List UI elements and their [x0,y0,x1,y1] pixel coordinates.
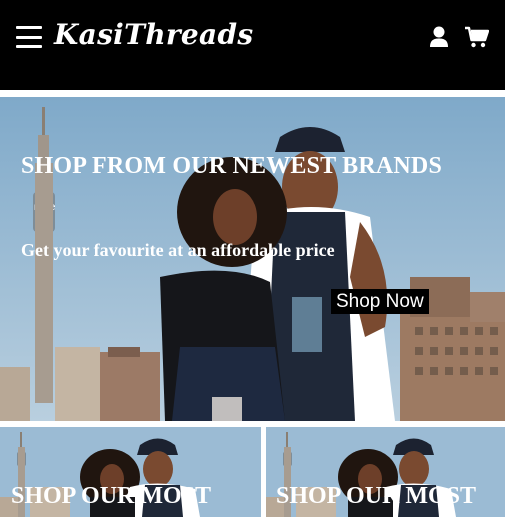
promo-card[interactable]: SHOP OUR MOST [266,427,505,517]
hamburger-menu-icon[interactable] [16,26,42,48]
user-icon[interactable] [429,26,449,48]
promo-card-title: SHOP OUR MOST [11,483,212,509]
shop-now-button[interactable]: Shop Now [331,289,429,314]
promo-card[interactable]: SHOP OUR MOST [0,427,261,517]
hero-subtitle: Get your favourite at an affordable pric… [21,240,335,260]
hero-banner: m Te SH [0,97,505,421]
promo-card-title: SHOP OUR MOST [276,483,477,509]
hero-title: SHOP FROM OUR NEWEST BRANDS [21,153,443,179]
cart-icon[interactable] [465,26,489,48]
site-logo[interactable]: KasiThreads [54,18,253,51]
site-header: KasiThreads [0,0,505,90]
